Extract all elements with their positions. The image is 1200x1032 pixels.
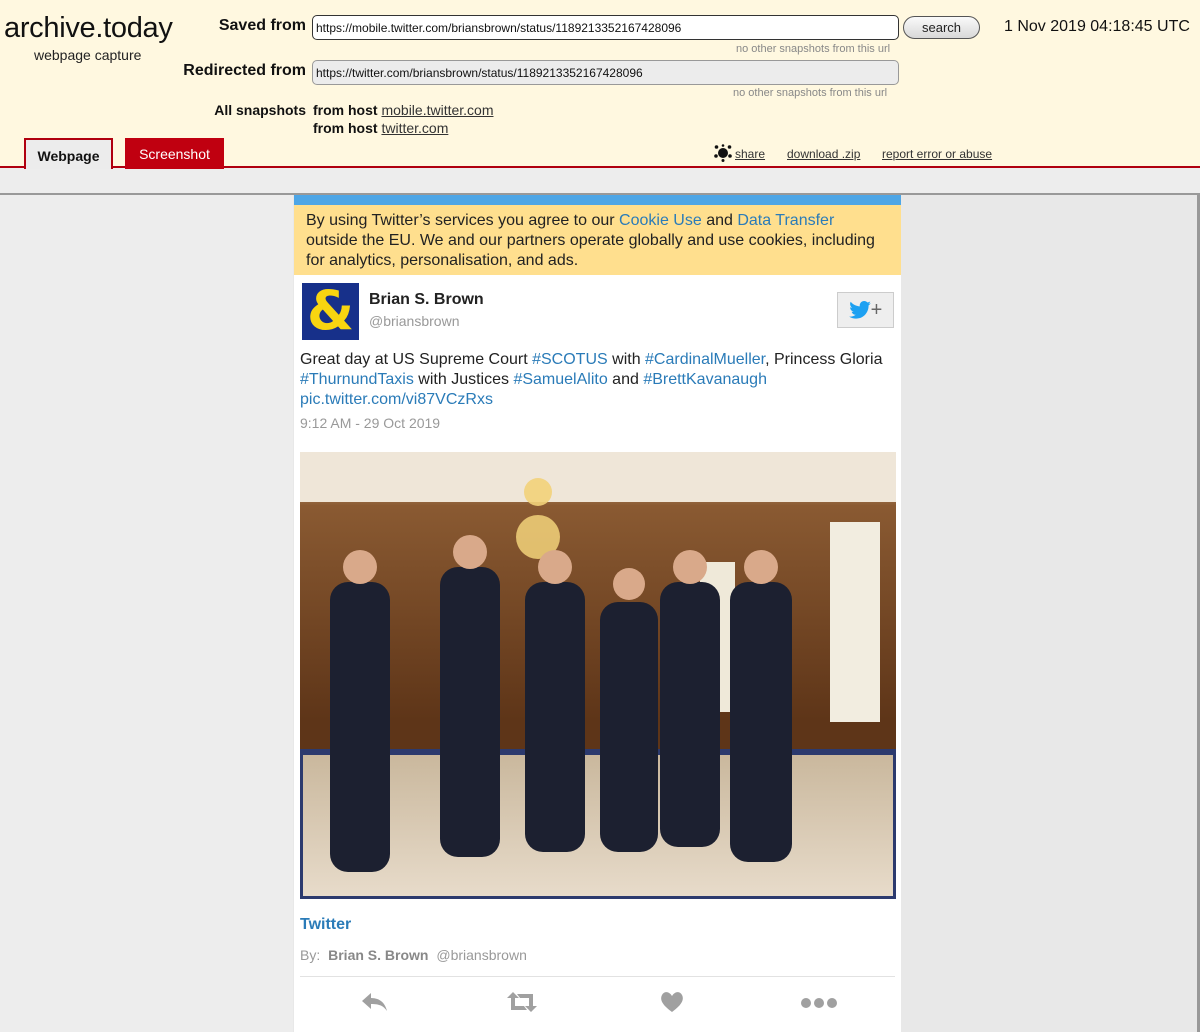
redirected-from-note: no other snapshots from this url	[733, 87, 888, 99]
hashtag-link[interactable]: #SamuelAlito	[513, 371, 607, 388]
divider	[300, 976, 895, 977]
card-title-link[interactable]: Twitter	[300, 916, 351, 934]
card-author-handle[interactable]: @briansbrown	[436, 947, 526, 963]
logo-subtitle: webpage capture	[34, 47, 142, 63]
saved-from-label: Saved from	[218, 17, 306, 34]
card-author-name[interactable]: Brian S. Brown	[328, 947, 428, 963]
by-label: By:	[300, 947, 321, 963]
cookie-text: and	[701, 212, 738, 229]
saved-from-note: no other snapshots from this url	[736, 43, 891, 55]
tweet-text-part: with	[607, 351, 646, 368]
retweet-icon[interactable]	[507, 990, 537, 1014]
saved-from-url-input[interactable]: https://mobile.twitter.com/briansbrown/s…	[312, 15, 899, 40]
tweet-text-part: with Justices	[413, 371, 514, 388]
hashtag-link[interactable]: #ThurnundTaxis	[300, 371, 414, 388]
search-button[interactable]: search	[903, 16, 980, 39]
redirected-from-url-input[interactable]: https://twitter.com/briansbrown/status/1…	[312, 60, 899, 85]
all-snapshots-label: All snapshots	[214, 102, 306, 118]
hashtag-link[interactable]: #BrettKavanaugh	[643, 371, 767, 388]
host-prefix: from host	[313, 120, 378, 136]
share-link[interactable]: share	[735, 147, 765, 161]
author-name[interactable]: Brian S. Brown	[369, 291, 484, 309]
download-zip-link[interactable]: download .zip	[787, 147, 860, 161]
redirected-from-label: Redirected from	[183, 62, 306, 79]
group-photo-illustration	[300, 452, 896, 899]
cookie-use-link[interactable]: Cookie Use	[619, 212, 702, 229]
capture-date: 1 Nov 2019 04:18:45 UTC	[1004, 18, 1190, 35]
host-prefix: from host	[313, 102, 378, 118]
avatar[interactable]: &	[302, 283, 359, 340]
tweet-text-part: and	[607, 371, 644, 388]
archive-logo[interactable]: archive.today	[4, 12, 173, 45]
share-icon[interactable]	[714, 144, 732, 162]
data-transfer-link[interactable]: Data Transfer	[737, 212, 834, 229]
tweet-text: Great day at US Supreme Court #SCOTUS wi…	[300, 350, 890, 410]
hashtag-link[interactable]: #CardinalMueller	[645, 351, 765, 368]
tweet-text-part: Great day at US Supreme Court	[300, 351, 533, 368]
archive-header: archive.today webpage capture Saved from…	[0, 0, 1200, 169]
twitter-nav-bar	[294, 195, 901, 205]
follow-button[interactable]: +	[837, 292, 894, 328]
cookie-notice: By using Twitter’s services you agree to…	[294, 205, 901, 275]
author-handle[interactable]: @briansbrown	[369, 313, 459, 329]
like-icon[interactable]	[657, 990, 687, 1014]
pic-link[interactable]: pic.twitter.com/vi87VCzRxs	[300, 391, 493, 408]
plus-icon: +	[870, 299, 883, 321]
cookie-text: outside the EU. We and our partners oper…	[306, 232, 875, 269]
reply-icon[interactable]	[360, 990, 390, 1014]
tweet-timestamp[interactable]: 9:12 AM - 29 Oct 2019	[300, 415, 440, 431]
cookie-text: By using Twitter’s services you agree to…	[306, 212, 620, 229]
tab-webpage[interactable]: Webpage	[24, 138, 113, 169]
host-link-twitter[interactable]: twitter.com	[381, 120, 448, 136]
card-byline: By: Brian S. Brown @briansbrown	[300, 947, 527, 963]
host-link-mobile-twitter[interactable]: mobile.twitter.com	[381, 102, 493, 118]
tweet-photo[interactable]	[300, 452, 896, 899]
host-row: from host mobile.twitter.com	[313, 102, 494, 118]
hashtag-link[interactable]: #SCOTUS	[532, 351, 608, 368]
more-icon[interactable]	[799, 990, 839, 1014]
tab-screenshot[interactable]: Screenshot	[125, 138, 224, 169]
archived-tweet-page: By using Twitter’s services you agree to…	[294, 195, 901, 1032]
host-row: from host twitter.com	[313, 120, 448, 136]
tweet-text-part: , Princess Gloria	[765, 351, 883, 368]
report-abuse-link[interactable]: report error or abuse	[882, 147, 992, 161]
twitter-bird-icon	[848, 301, 871, 319]
